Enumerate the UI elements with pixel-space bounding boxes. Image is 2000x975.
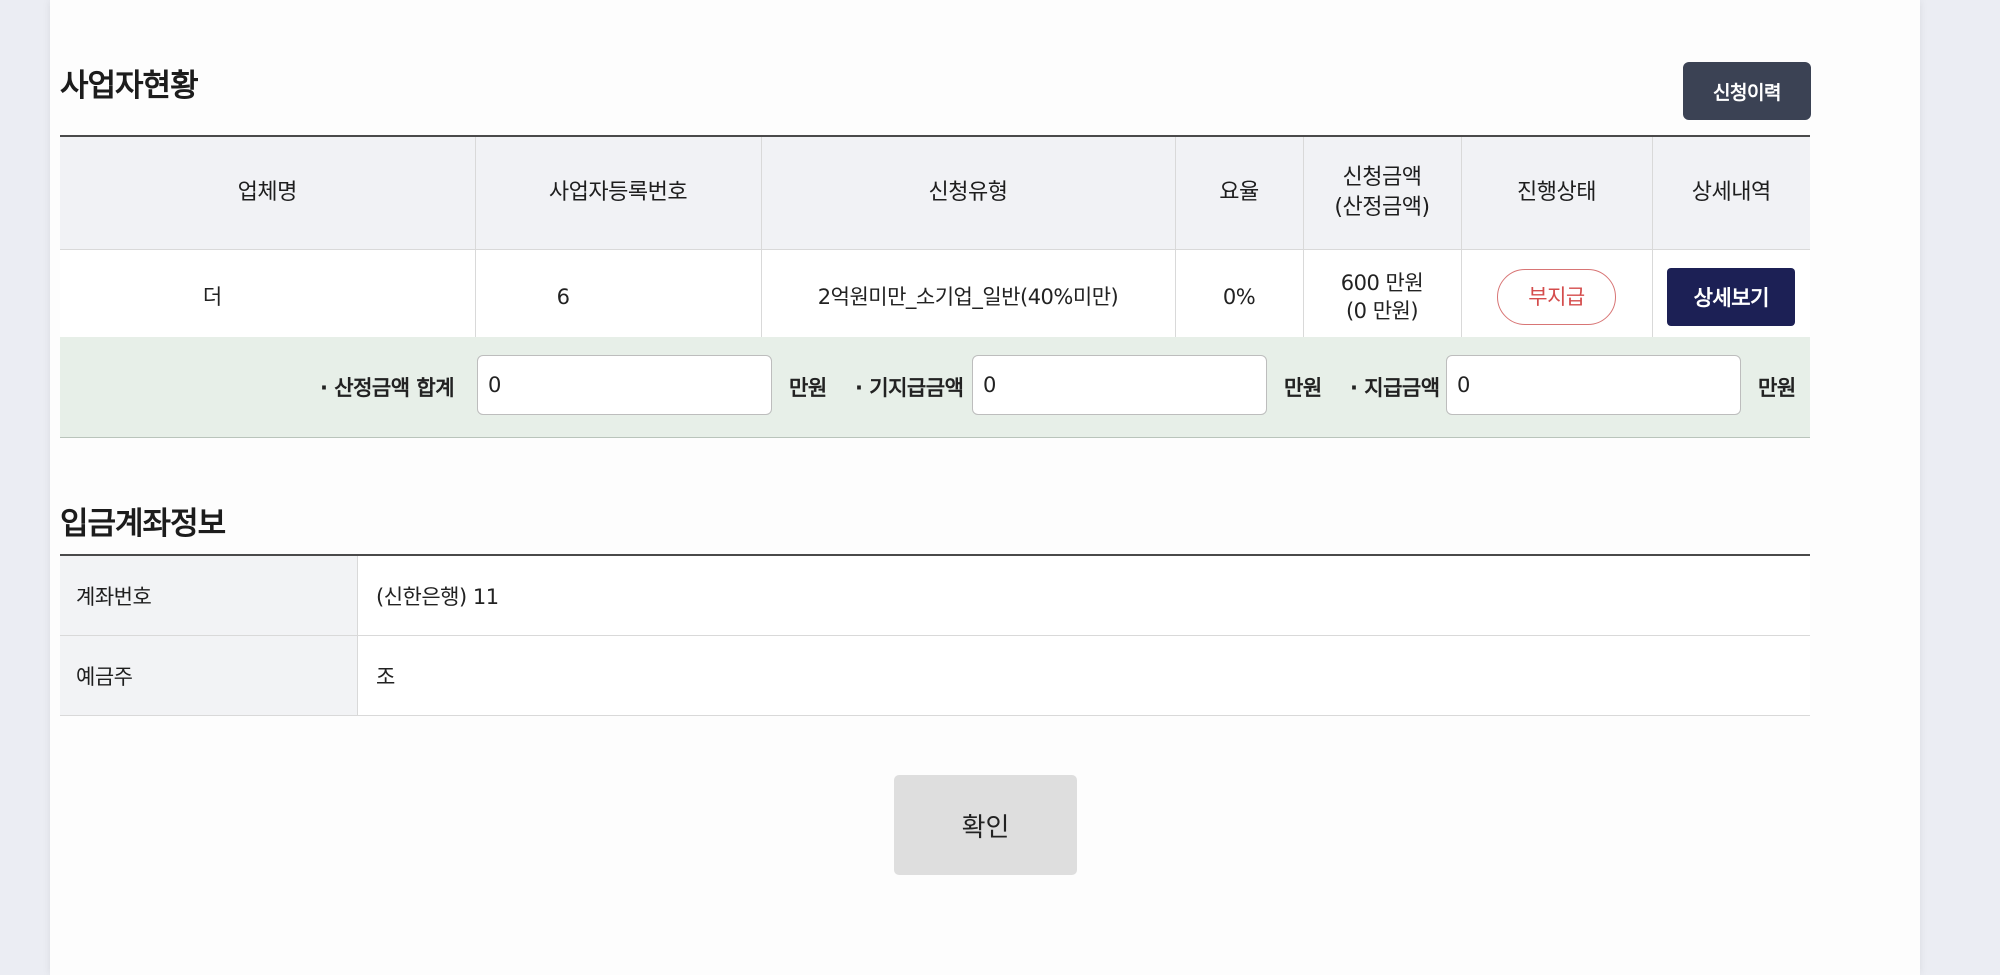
assessed-total-input[interactable]: [477, 355, 772, 415]
account-holder-label: 예금주: [60, 635, 358, 716]
col-amount-line1: 신청금액: [1342, 165, 1422, 191]
table-row: 더 6 2억원미만_소기업_일반(40%미만) 0% 600 만원 (0 만원)…: [60, 249, 1810, 345]
business-status-table: 업체명 사업자등록번호 신청유형 요율 신청금액 (산정금액) 진행상태 상세내…: [60, 135, 1810, 345]
account-number-row: 계좌번호 (신한은행) 11: [60, 554, 1810, 636]
application-history-button[interactable]: 신청이력: [1683, 62, 1811, 120]
payment-amount-label: · 지급금액: [1350, 376, 1440, 400]
assessed-amount: (0 만원): [1345, 299, 1419, 323]
col-registration-number: 사업자등록번호: [474, 135, 761, 250]
redaction-block: [221, 288, 332, 307]
paid-amount-input[interactable]: [972, 355, 1267, 415]
business-status-title: 사업자현황: [60, 68, 199, 104]
registration-number: 6: [556, 284, 570, 309]
account-holder-cell: 조: [357, 635, 1810, 716]
view-detail-button[interactable]: 상세보기: [1667, 268, 1796, 326]
company-name-cell: 더: [60, 249, 475, 345]
redaction-block: [394, 668, 435, 687]
redaction-block: [498, 588, 609, 607]
paid-amount-label: · 기지급금액: [855, 376, 964, 400]
rate-value: 0%: [1174, 249, 1303, 345]
account-number-value: (신한은행) 11: [376, 584, 499, 609]
detail-cell: 상세보기: [1651, 249, 1810, 345]
col-application-type: 신청유형: [760, 135, 1175, 250]
col-rate: 요율: [1174, 135, 1303, 250]
account-number-cell: (신한은행) 11: [357, 554, 1810, 636]
amount-cell: 600 만원 (0 만원): [1302, 249, 1461, 345]
account-info-title: 입금계좌정보: [60, 506, 226, 542]
registration-number-cell: 6: [474, 249, 761, 345]
col-company-name: 업체명: [60, 135, 475, 250]
payment-amount-input[interactable]: [1446, 355, 1741, 415]
col-status: 진행상태: [1460, 135, 1652, 250]
redaction-block: [569, 288, 680, 307]
confirm-button[interactable]: 확인: [894, 775, 1077, 875]
amount-summary-bar: · 산정금액 합계 만원 · 기지급금액 만원 · 지급금액 만원: [60, 337, 1810, 438]
account-holder-row: 예금주 조: [60, 635, 1810, 716]
col-detail: 상세내역: [1651, 135, 1810, 250]
requested-amount: 600 만원: [1340, 270, 1424, 295]
account-info-table: 계좌번호 (신한은행) 11 예금주 조: [60, 554, 1810, 716]
table-header-row: 업체명 사업자등록번호 신청유형 요율 신청금액 (산정금액) 진행상태 상세내…: [60, 135, 1810, 250]
payment-amount-unit: 만원: [1758, 376, 1796, 400]
status-cell: 부지급: [1460, 249, 1652, 345]
assessed-total-unit: 만원: [789, 376, 827, 400]
status-badge: 부지급: [1497, 269, 1616, 325]
account-holder-value: 조: [376, 664, 395, 689]
application-type: 2억원미만_소기업_일반(40%미만): [760, 249, 1175, 345]
col-amount-line2: (산정금액): [1334, 195, 1430, 220]
assessed-total-label: · 산정금액 합계: [320, 376, 455, 400]
account-number-label: 계좌번호: [60, 554, 358, 636]
paid-amount-unit: 만원: [1284, 376, 1322, 400]
col-amount: 신청금액 (산정금액): [1302, 135, 1461, 250]
company-name: 더: [202, 284, 222, 309]
